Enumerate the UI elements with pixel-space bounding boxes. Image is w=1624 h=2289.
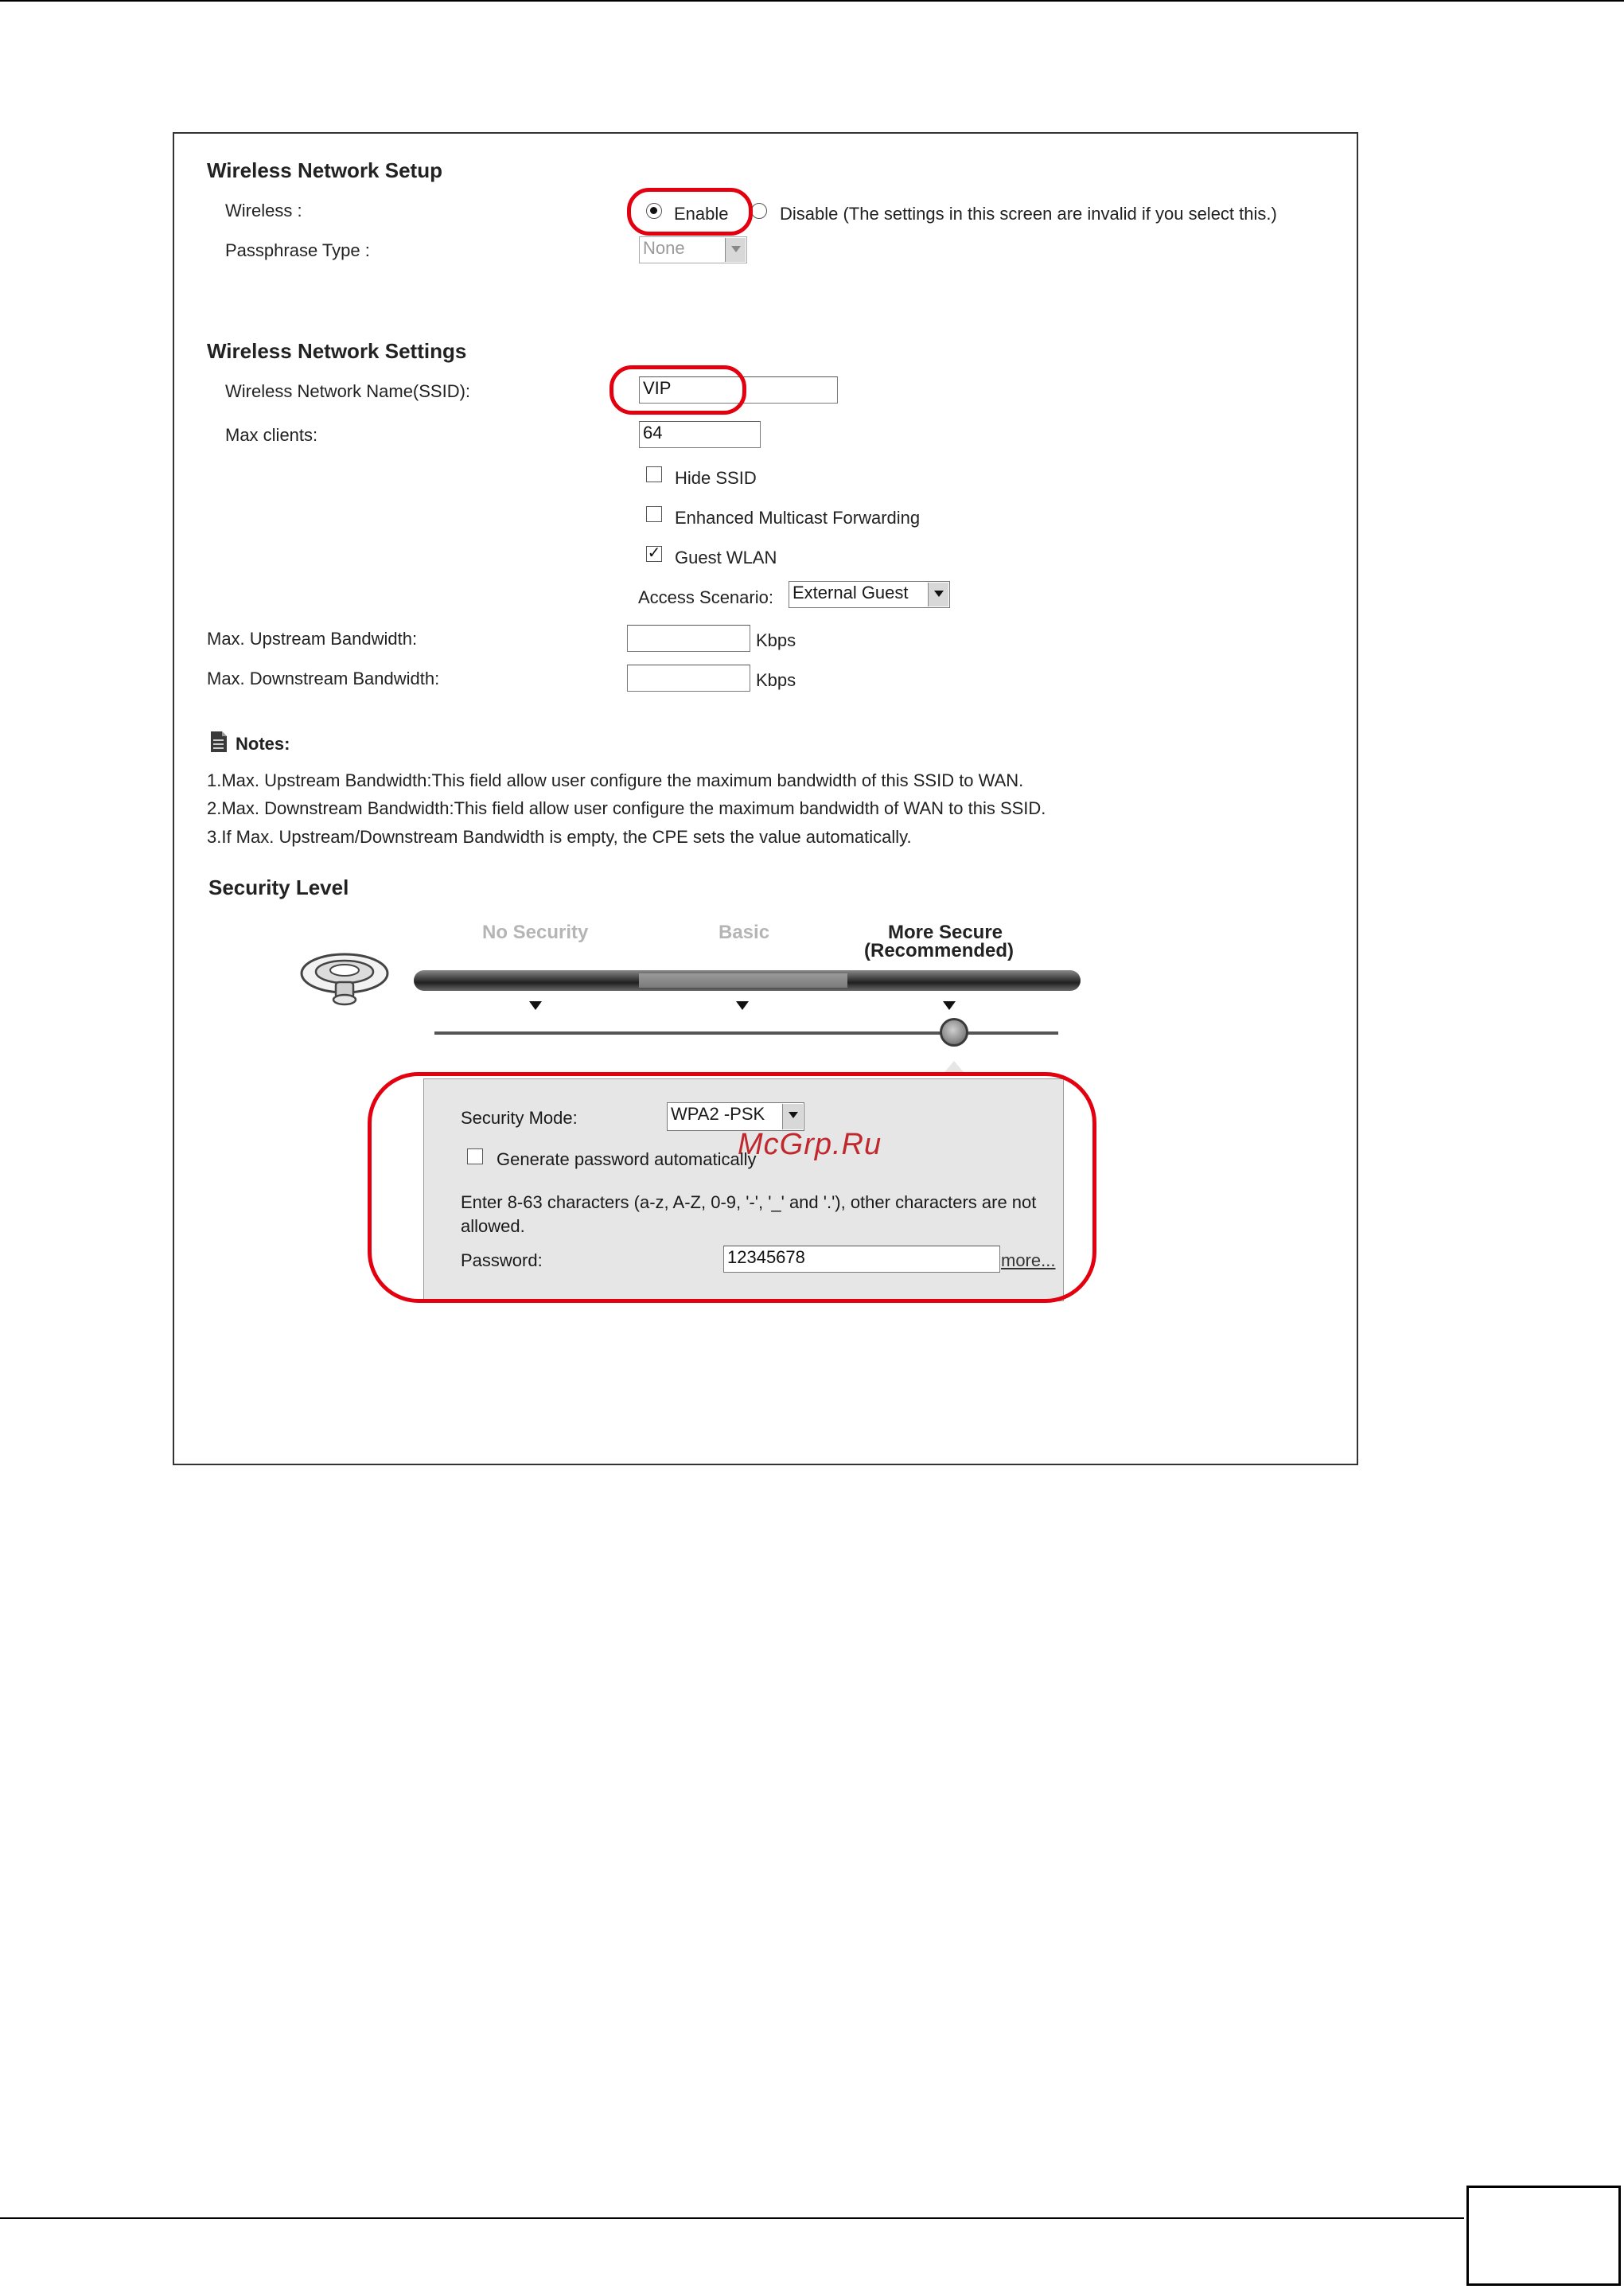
security-section-title: Security Level	[208, 875, 349, 899]
security-panel-highlight-ring	[368, 1072, 1096, 1303]
passphrase-type-value: None	[643, 238, 685, 258]
downstream-input[interactable]	[627, 665, 750, 692]
note-line-2: 2.Max. Downstream Bandwidth:This field a…	[207, 798, 1046, 818]
max-clients-input[interactable]: 64	[639, 421, 761, 448]
dropdown-arrow-icon	[725, 238, 746, 262]
max-clients-value: 64	[643, 423, 663, 443]
guest-wlan-checkbox[interactable]: ✓	[646, 544, 662, 562]
access-scenario-select[interactable]: External Guest	[789, 581, 950, 608]
level-basic[interactable]: Basic	[719, 922, 769, 944]
access-scenario-label: Access Scenario:	[638, 587, 773, 607]
upstream-unit: Kbps	[756, 630, 796, 650]
wireless-label: Wireless :	[225, 201, 302, 220]
access-scenario-value: External Guest	[793, 583, 909, 602]
disable-label: Disable (The settings in this screen are…	[780, 204, 1277, 224]
hide-ssid-checkbox[interactable]	[646, 466, 662, 482]
security-level-knob[interactable]	[940, 1018, 968, 1047]
security-level-track-highlight	[639, 973, 847, 988]
wifi-router-icon	[299, 952, 390, 1008]
bottom-rule	[0, 2217, 1464, 2219]
multicast-label: Enhanced Multicast Forwarding	[675, 508, 921, 528]
setup-section-title: Wireless Network Setup	[207, 158, 442, 182]
enable-highlight-ring	[627, 188, 753, 236]
disable-radio[interactable]	[751, 203, 767, 219]
passphrase-type-select[interactable]: None	[639, 236, 747, 263]
tick-no-security	[529, 1001, 542, 1010]
ssid-label: Wireless Network Name(SSID):	[225, 381, 471, 401]
hide-ssid-label: Hide SSID	[675, 468, 757, 488]
tick-basic	[736, 1001, 749, 1010]
tick-more-secure	[943, 1001, 956, 1010]
checkmark-icon: ✓	[647, 544, 661, 562]
ssid-highlight-ring	[609, 365, 746, 415]
max-clients-label: Max clients:	[225, 425, 318, 445]
downstream-label: Max. Downstream Bandwidth:	[207, 669, 440, 688]
upstream-input[interactable]	[627, 625, 750, 652]
guest-wlan-label: Guest WLAN	[675, 548, 777, 567]
watermark: McGrp.Ru	[738, 1128, 882, 1161]
downstream-unit: Kbps	[756, 670, 796, 690]
page-number-box	[1466, 2186, 1621, 2286]
upstream-label: Max. Upstream Bandwidth:	[207, 629, 418, 649]
notes-title: Notes:	[236, 734, 290, 754]
settings-section-title: Wireless Network Settings	[207, 339, 467, 363]
notes-icon	[209, 731, 228, 753]
panel-pointer	[944, 1061, 964, 1072]
multicast-checkbox[interactable]	[646, 506, 662, 522]
level-no-security[interactable]: No Security	[482, 922, 588, 944]
dropdown-arrow-icon	[928, 583, 948, 606]
level-recommended: (Recommended)	[864, 940, 1015, 961]
note-line-3: 3.If Max. Upstream/Downstream Bandwidth …	[207, 827, 912, 847]
top-rule	[0, 0, 1624, 2]
passphrase-type-label: Passphrase Type :	[225, 240, 370, 260]
note-line-1: 1.Max. Upstream Bandwidth:This field all…	[207, 770, 1024, 790]
